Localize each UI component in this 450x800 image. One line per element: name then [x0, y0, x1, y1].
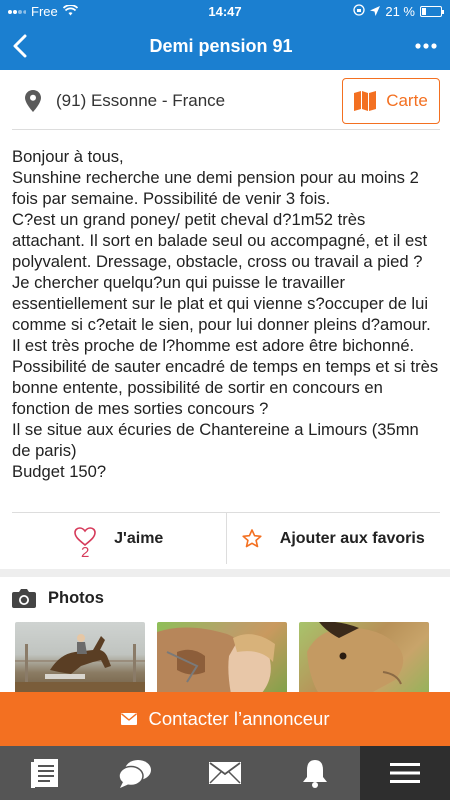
- action-bar: 2 J'aime Ajouter aux favoris: [12, 512, 440, 564]
- nav-bar: Demi pension 91: [0, 22, 450, 70]
- chevron-left-icon: [13, 34, 27, 58]
- contact-advertiser-button[interactable]: Contacter l’annonceur: [0, 692, 450, 746]
- chat-icon: [118, 760, 151, 788]
- favorite-label: Ajouter aux favoris: [279, 529, 425, 547]
- page-title: Demi pension 91: [149, 35, 293, 56]
- location-text: (91) Essonne - France: [56, 90, 226, 110]
- signal-icon: [8, 4, 27, 19]
- section-divider: [0, 569, 450, 577]
- tab-notifications[interactable]: [270, 746, 360, 800]
- map-button[interactable]: Carte: [342, 77, 440, 124]
- more-options-button[interactable]: [402, 22, 450, 70]
- mail-icon: [209, 762, 241, 784]
- envelope-icon: [120, 713, 137, 725]
- bottom-tab-bar: [0, 746, 450, 800]
- photo-gallery: [15, 622, 429, 694]
- photos-title: Photos: [48, 588, 104, 607]
- photo-thumbnail-girl-with-horse[interactable]: [157, 622, 287, 694]
- like-label: J'aime: [114, 529, 164, 547]
- document-icon: [31, 759, 58, 788]
- location-arrow-icon: [370, 4, 381, 19]
- tab-menu[interactable]: [360, 746, 450, 800]
- map-pin-icon: [20, 89, 46, 112]
- tab-mail[interactable]: [180, 746, 270, 800]
- map-icon: [354, 90, 377, 111]
- favorite-button[interactable]: Ajouter aux favoris: [227, 513, 441, 564]
- camera-icon: [12, 589, 36, 608]
- battery-percent: 21 %: [385, 3, 415, 19]
- wifi-icon: [62, 3, 78, 19]
- contact-label: Contacter l’annonceur: [148, 708, 330, 729]
- battery-icon: [420, 5, 444, 17]
- menu-icon: [390, 763, 420, 783]
- more-horizontal-icon: [415, 43, 437, 49]
- photo-thumbnail-horse-head[interactable]: [299, 622, 429, 694]
- carrier-name: Free: [31, 3, 58, 19]
- star-icon: [242, 529, 262, 548]
- photo-thumbnail-jumping-horse[interactable]: [15, 622, 145, 694]
- bell-icon: [303, 760, 327, 788]
- tab-listings[interactable]: [0, 746, 90, 800]
- lock-rotation-icon: [353, 3, 366, 19]
- status-bar: Free 14:47 21 %: [0, 0, 450, 22]
- like-button[interactable]: 2 J'aime: [12, 513, 227, 564]
- map-button-label: Carte: [386, 90, 428, 110]
- like-count: 2: [80, 544, 90, 561]
- location-row: (91) Essonne - France Carte: [12, 72, 440, 130]
- tab-messages-chat[interactable]: [90, 746, 180, 800]
- back-button[interactable]: [0, 22, 40, 70]
- listing-description: Bonjour à tous, Sunshine recherche une d…: [12, 147, 439, 481]
- photos-header: Photos: [12, 588, 104, 608]
- status-time: 14:47: [208, 3, 242, 19]
